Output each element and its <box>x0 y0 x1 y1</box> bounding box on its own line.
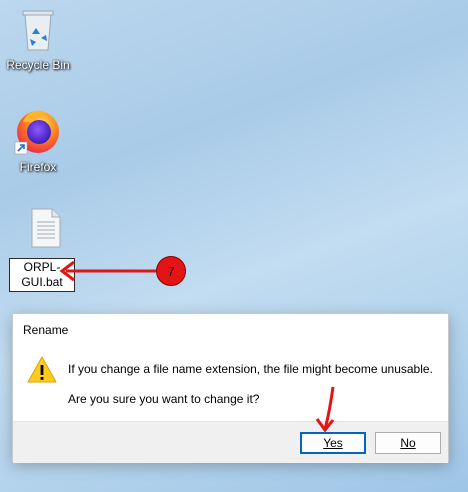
dialog-footer: Yes No <box>13 421 448 463</box>
firefox-icon <box>14 110 59 155</box>
no-button[interactable]: No <box>375 432 441 454</box>
dialog-message-line2: Are you sure you want to change it? <box>68 392 260 406</box>
rename-dialog: Rename If you change a file name extensi… <box>12 313 449 463</box>
dialog-message-line1: If you change a file name extension, the… <box>68 362 433 376</box>
desktop-icon-bat-file[interactable] <box>10 208 82 248</box>
annotation-arrow-down <box>315 386 335 433</box>
step-number-badge: 7 <box>156 256 186 286</box>
dialog-title: Rename <box>23 323 69 337</box>
no-button-label: No <box>400 436 416 450</box>
yes-button-label: Yes <box>323 436 343 450</box>
yes-button[interactable]: Yes <box>300 432 366 454</box>
recycle-bin-icon <box>22 10 54 51</box>
recycle-bin-label: Recycle Bin <box>6 58 70 72</box>
desktop-icon-firefox[interactable]: Firefox <box>2 106 74 174</box>
desktop-icon-recycle-bin[interactable]: Recycle Bin <box>2 8 74 72</box>
file-icon <box>31 208 61 248</box>
firefox-label: Firefox <box>19 160 57 174</box>
warning-icon <box>27 356 57 383</box>
